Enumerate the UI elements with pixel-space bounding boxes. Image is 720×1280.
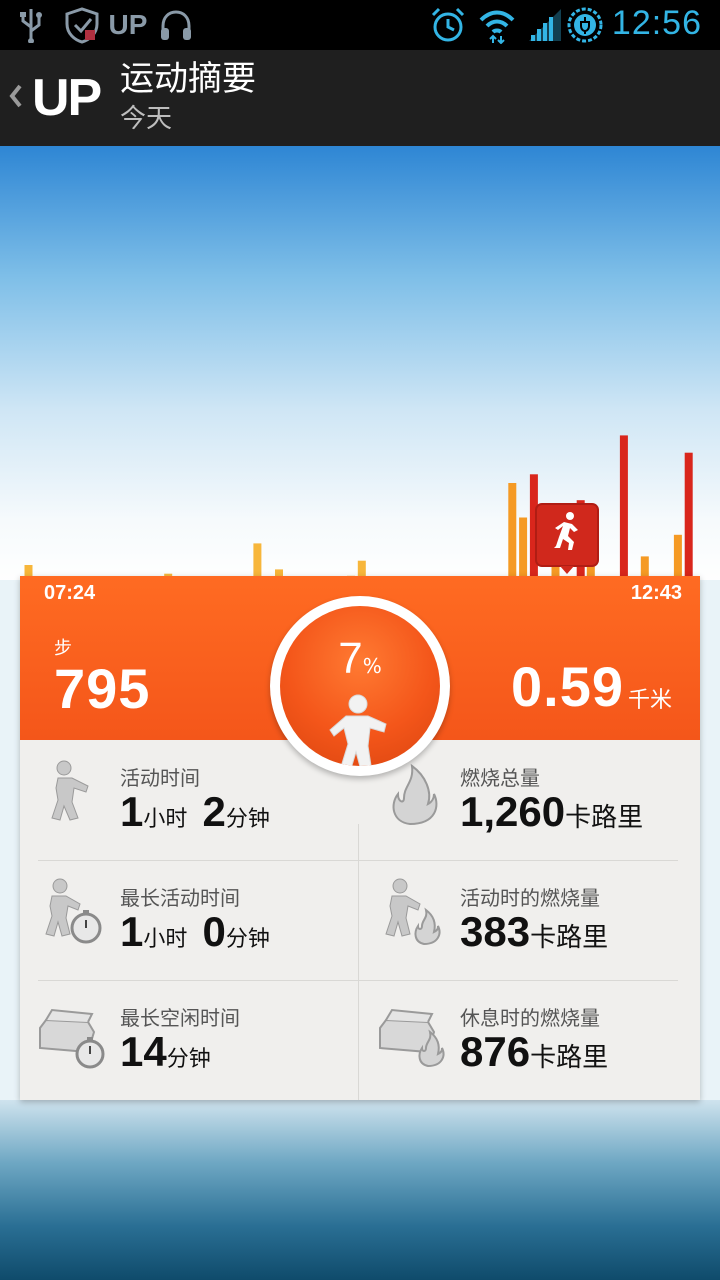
runner-figure-icon [329, 694, 387, 766]
activity-bar [640, 556, 649, 578]
page-title: 运动摘要 [120, 59, 256, 99]
stat-value: 14分钟 [120, 1028, 211, 1075]
activity-summary-card: 07:24 12:43 步 795 0.59 千米 活动时间 1小时 2分钟 燃… [20, 576, 700, 1100]
stat-value: 383卡路里 [460, 908, 609, 955]
start-time: 07:24 [44, 582, 96, 604]
bottom-background [0, 1100, 720, 1280]
stat-longest-active: 最长活动时间 1小时 0分钟 [20, 860, 340, 980]
end-time: 12:43 [630, 582, 682, 604]
headphones-icon [156, 6, 196, 44]
usb-icon [16, 6, 46, 44]
stat-label: 燃烧总量 [460, 766, 540, 790]
up-app-icon: UP [108, 9, 148, 40]
stat-label: 休息时的燃烧量 [460, 1006, 600, 1030]
activity-chart[interactable] [0, 146, 720, 578]
goal-percent: 7% [338, 634, 382, 683]
stat-rest-burn: 休息时的燃烧量 876卡路里 [360, 980, 680, 1100]
wifi-icon [476, 6, 518, 44]
back-chevron-icon[interactable] [6, 76, 26, 116]
stat-label: 最长空闲时间 [120, 1006, 240, 1030]
activity-marker[interactable] [534, 502, 600, 574]
stat-active-time: 活动时间 1小时 2分钟 [20, 740, 340, 860]
activity-bar [508, 483, 517, 578]
activity-bar [253, 543, 262, 578]
stat-label: 活动时的燃烧量 [460, 886, 600, 910]
distance-value: 0.59 [511, 655, 624, 718]
stat-label: 活动时间 [120, 766, 200, 790]
goal-progress-ring[interactable]: 7% [270, 596, 450, 776]
clock: 12:56 [611, 4, 702, 42]
sofa-stopwatch-icon [34, 992, 114, 1072]
distance-unit: 千米 [627, 688, 672, 713]
battery-charging-icon [566, 6, 604, 44]
app-logo[interactable]: UP [32, 66, 102, 130]
security-icon [62, 6, 102, 44]
activity-bar [673, 534, 682, 578]
person-flame-icon [374, 872, 454, 952]
activity-bar [519, 517, 528, 578]
stat-label: 最长活动时间 [120, 886, 240, 910]
goal-progress-fill: 7% [280, 606, 440, 766]
steps-value: 795 [54, 657, 151, 720]
stat-value: 1,260卡路里 [460, 788, 644, 835]
walking-person-icon [34, 752, 114, 832]
status-bar: UP 12:56 [0, 0, 720, 50]
page-subtitle: 今天 [120, 104, 173, 134]
activity-bar [684, 452, 693, 578]
sofa-flame-icon [374, 992, 454, 1072]
stat-value: 1小时 0分钟 [120, 908, 270, 955]
signal-icon [526, 6, 564, 44]
alarm-icon [428, 6, 468, 44]
stats-grid: 活动时间 1小时 2分钟 燃烧总量 1,260卡路里 最长活动时间 1小时 0分… [20, 740, 700, 1100]
stat-active-burn: 活动时的燃烧量 383卡路里 [360, 860, 680, 980]
stat-value: 876卡路里 [460, 1028, 609, 1075]
action-bar: UP 运动摘要 今天 [0, 50, 720, 148]
activity-bar [619, 435, 628, 578]
stat-value: 1小时 2分钟 [120, 788, 270, 835]
person-stopwatch-icon [34, 872, 114, 952]
stat-longest-idle: 最长空闲时间 14分钟 [20, 980, 340, 1100]
divider [358, 824, 359, 1100]
